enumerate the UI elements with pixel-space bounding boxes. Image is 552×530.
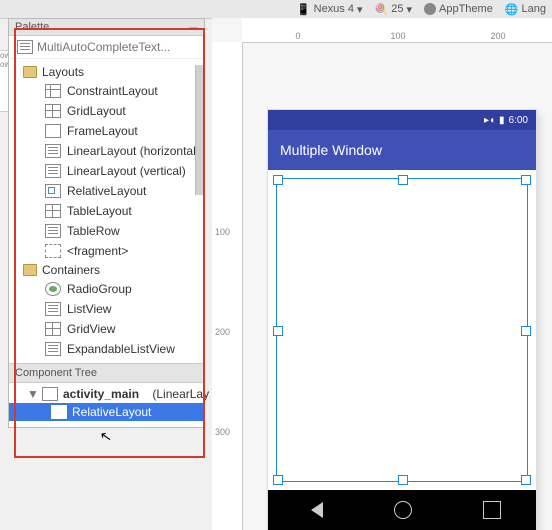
- item-gridlayout[interactable]: GridLayout: [9, 101, 204, 121]
- resize-handle[interactable]: [398, 175, 408, 185]
- layout-icon: [45, 224, 61, 238]
- text-icon: [17, 40, 33, 54]
- layout-icon: [45, 282, 61, 296]
- home-icon[interactable]: [394, 501, 412, 519]
- ruler-horizontal: 0 100 200: [242, 18, 552, 43]
- preview-content[interactable]: [268, 170, 536, 490]
- lang-selector[interactable]: 🌐Lang: [505, 3, 546, 16]
- item-listview[interactable]: ListView: [9, 299, 204, 319]
- palette-header[interactable]: Palette —: [9, 19, 204, 36]
- item-tablelayout[interactable]: TableLayout: [9, 201, 204, 221]
- palette-prev-item[interactable]: MultiAutoCompleteText...: [9, 36, 204, 59]
- app-bar: Multiple Window: [268, 130, 536, 170]
- tree-arrow-icon[interactable]: ▼: [27, 387, 37, 401]
- item-gridview[interactable]: GridView: [9, 319, 204, 339]
- design-canvas[interactable]: 0 100 200 100 200 300 ▸◖ ▮ 6:00 Multiple…: [212, 18, 552, 530]
- layout-icon: [45, 164, 61, 178]
- item-constraintlayout[interactable]: ConstraintLayout: [9, 81, 204, 101]
- resize-handle[interactable]: [273, 475, 283, 485]
- api-selector[interactable]: 🍭25▾: [375, 3, 412, 16]
- ruler-vertical: 100 200 300: [212, 42, 243, 530]
- layout-icon: [45, 342, 61, 356]
- status-bar: ▸◖ ▮ 6:00: [268, 110, 536, 130]
- collapse-icon[interactable]: —: [189, 22, 198, 32]
- battery-icon: ▮: [499, 115, 505, 126]
- layout-icon: [45, 84, 61, 98]
- item-framelayout[interactable]: FrameLayout: [9, 121, 204, 141]
- layout-icon: [45, 124, 61, 138]
- wifi-icon: ▸◖: [484, 115, 495, 126]
- theme-selector[interactable]: AppTheme: [424, 3, 493, 15]
- selection-rect[interactable]: [276, 178, 528, 482]
- palette-tree: Layouts ConstraintLayout GridLayout Fram…: [9, 59, 204, 363]
- resize-handle[interactable]: [521, 326, 531, 336]
- tree-child-relativelayout[interactable]: RelativeLayout: [9, 403, 204, 421]
- recents-icon[interactable]: [483, 501, 501, 519]
- layout-icon: [51, 405, 67, 419]
- folder-icon: [23, 66, 37, 78]
- item-tablerow[interactable]: TableRow: [9, 221, 204, 241]
- item-expandablelistview[interactable]: ExpandableListView: [9, 339, 204, 359]
- item-fragment[interactable]: <fragment>: [9, 241, 204, 261]
- resize-handle[interactable]: [273, 175, 283, 185]
- palette-panel: Palette — MultiAutoCompleteText... Layou…: [8, 18, 205, 428]
- component-tree-header[interactable]: Component Tree: [9, 363, 204, 383]
- layout-icon: [45, 184, 61, 198]
- layout-icon: [45, 302, 61, 316]
- item-relativelayout[interactable]: RelativeLayout: [9, 181, 204, 201]
- resize-handle[interactable]: [398, 475, 408, 485]
- group-containers[interactable]: Containers: [9, 261, 204, 279]
- resize-handle[interactable]: [521, 175, 531, 185]
- device-preview[interactable]: ▸◖ ▮ 6:00 Multiple Window: [268, 110, 536, 530]
- nav-bar: [268, 490, 536, 530]
- layout-icon: [45, 104, 61, 118]
- item-radiogroup[interactable]: RadioGroup: [9, 279, 204, 299]
- cursor-icon: ↖: [99, 427, 114, 446]
- app-title: Multiple Window: [280, 142, 382, 158]
- back-icon[interactable]: [303, 502, 323, 518]
- item-linearlayout-h[interactable]: LinearLayout (horizontal): [9, 141, 204, 161]
- resize-handle[interactable]: [521, 475, 531, 485]
- layout-icon: [45, 322, 61, 336]
- clock-text: 6:00: [509, 115, 528, 126]
- folder-icon: [23, 264, 37, 276]
- top-toolbar: 📱Nexus 4▾ 🍭25▾ AppTheme 🌐Lang: [0, 0, 552, 19]
- scrollbar[interactable]: [195, 65, 204, 195]
- group-layouts[interactable]: Layouts: [9, 63, 204, 81]
- device-selector[interactable]: 📱Nexus 4▾: [297, 3, 363, 16]
- item-linearlayout-v[interactable]: LinearLayout (vertical): [9, 161, 204, 181]
- layout-icon: [45, 144, 61, 158]
- layout-icon: [45, 244, 61, 258]
- resize-handle[interactable]: [273, 326, 283, 336]
- layout-icon: [45, 204, 61, 218]
- layout-icon: [42, 387, 58, 401]
- tree-root[interactable]: ▼ activity_main (LinearLay: [9, 385, 204, 403]
- component-tree: ▼ activity_main (LinearLay RelativeLayou…: [9, 383, 204, 427]
